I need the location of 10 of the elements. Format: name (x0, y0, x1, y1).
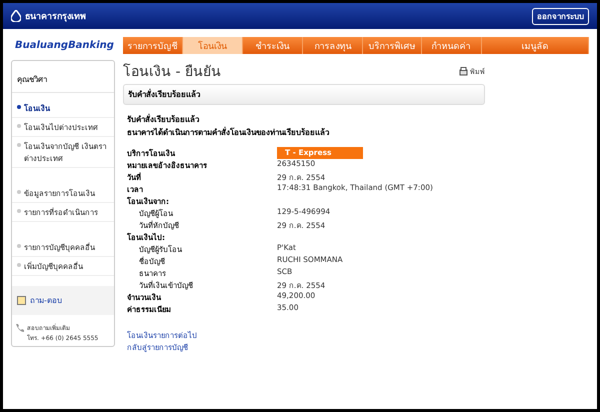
faq-link[interactable]: ถาม-ตอบ (30, 294, 62, 307)
logo-text: Bualuang (15, 40, 68, 51)
page-title: โอนเงิน - ยืนยัน (123, 62, 221, 82)
confirmation-message: ธนาคารได้ดำเนินการตามคำสั่งโอนเงินของท่านเรียบร้อยแล้ว (126, 126, 330, 139)
user-name: คุณชวิศา (12, 61, 114, 93)
panel-header: รับคำสั่งเรียบร้อยแล้ว (123, 84, 485, 105)
logout-button[interactable]: ออกจากระบบ (532, 8, 589, 24)
bank-name: ธนาคารกรุงเทพ (25, 11, 86, 23)
confirmation-message: รับคำสั่งเรียบร้อยแล้ว (126, 113, 200, 126)
logo-text: Banking (68, 40, 114, 51)
